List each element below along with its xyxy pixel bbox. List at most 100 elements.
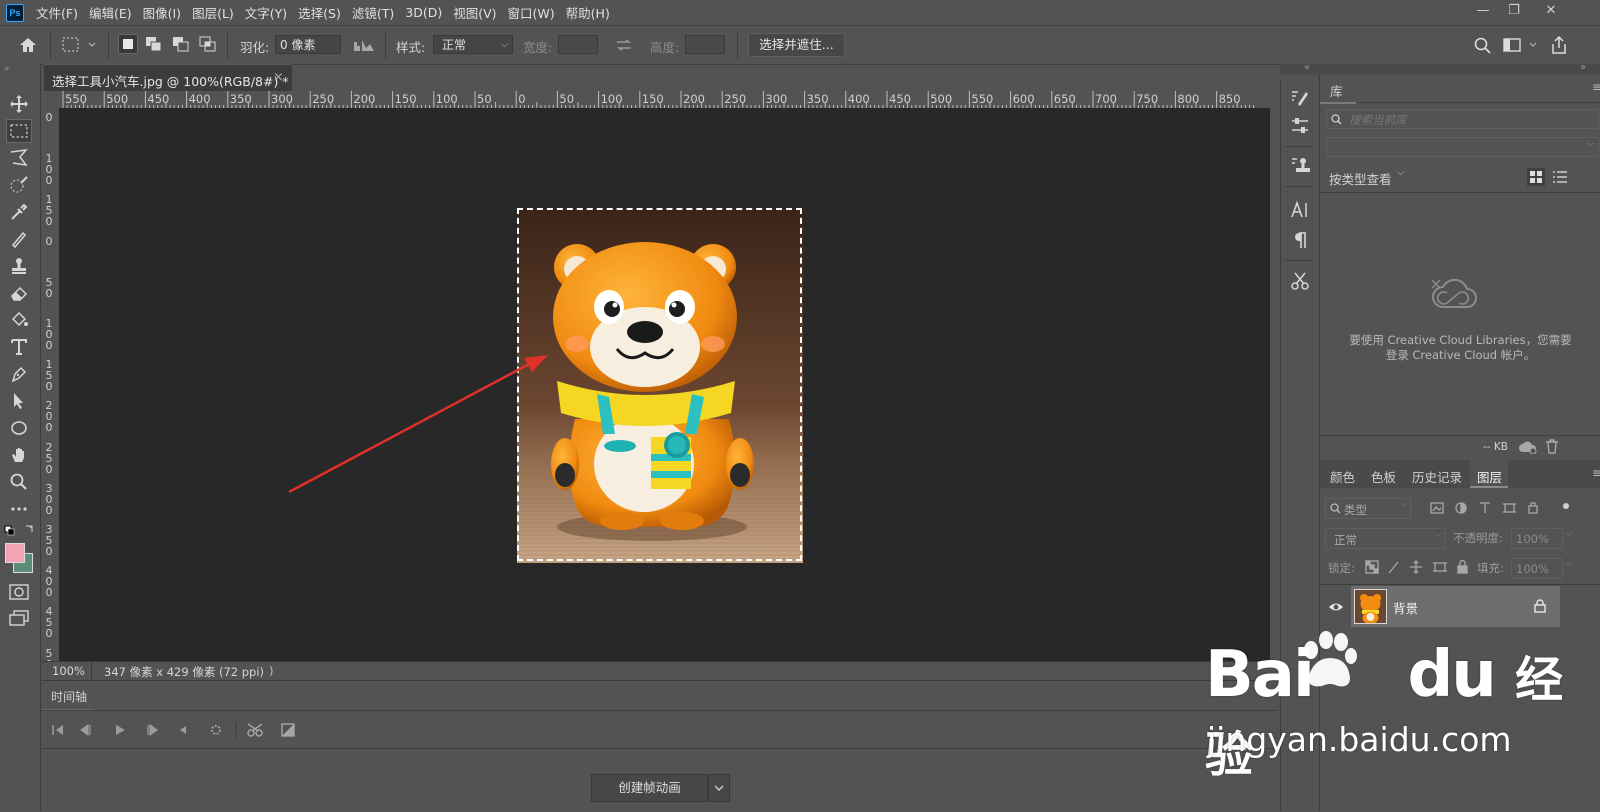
document-tab[interactable]: 选择工具小汽车.jpg @ 100%(RGB/8#) * × bbox=[44, 64, 292, 91]
foreground-color-swatch[interactable] bbox=[5, 543, 25, 563]
menu-type[interactable]: 文字(Y) bbox=[245, 3, 287, 22]
zoom-tool[interactable] bbox=[6, 470, 32, 494]
workspace-icon[interactable] bbox=[1503, 37, 1539, 53]
lock-options-icons[interactable] bbox=[1365, 560, 1470, 574]
chevron-down-icon[interactable]: ⌵ bbox=[1565, 529, 1572, 539]
marquee-preset-icon[interactable] bbox=[62, 37, 98, 53]
paragraph-icon[interactable] bbox=[1290, 230, 1310, 250]
feather-input[interactable]: 0 像素 bbox=[275, 35, 341, 54]
horizontal-ruler[interactable]: 550 500 450 400 350 300 250 200 150 100 50 0 50 100 15… bbox=[59, 91, 1270, 109]
menu-layer[interactable]: 图层(L) bbox=[192, 3, 234, 22]
opacity-input[interactable]: 100% bbox=[1511, 528, 1563, 549]
pen-tool[interactable] bbox=[6, 362, 32, 386]
height-input[interactable] bbox=[685, 35, 725, 54]
ruler-origin[interactable] bbox=[42, 91, 59, 108]
home-icon[interactable] bbox=[18, 36, 38, 54]
eraser-tool[interactable] bbox=[6, 281, 32, 305]
intersect-selection-icon[interactable] bbox=[199, 36, 217, 52]
menu-select[interactable]: 选择(S) bbox=[298, 3, 341, 22]
menu-3d[interactable]: 3D(D) bbox=[405, 5, 442, 20]
tab-history[interactable]: 历史记录 bbox=[1412, 467, 1462, 486]
visibility-eye-icon[interactable] bbox=[1328, 601, 1344, 613]
info-menu-arrow[interactable]: ) bbox=[269, 664, 274, 678]
hand-tool[interactable] bbox=[6, 443, 32, 467]
eyedropper-tool[interactable] bbox=[6, 200, 32, 224]
path-selection-tool[interactable] bbox=[6, 389, 32, 413]
cloud-sync-icon[interactable] bbox=[1518, 440, 1538, 454]
share-icon[interactable] bbox=[1550, 35, 1568, 55]
move-tool[interactable] bbox=[6, 92, 32, 116]
view-by-type-dropdown[interactable]: 按类型查看 bbox=[1329, 169, 1392, 188]
type-tool[interactable] bbox=[6, 335, 32, 359]
add-selection-icon[interactable] bbox=[145, 36, 163, 52]
create-frame-animation-button[interactable]: 创建帧动画 bbox=[591, 774, 708, 802]
collapse-arrows-icon[interactable]: » bbox=[4, 64, 10, 74]
timeline-panel: 时间轴 创建帧动画 bbox=[42, 680, 1278, 812]
library-select[interactable]: ⌵ bbox=[1326, 137, 1599, 157]
menu-filter[interactable]: 滤镜(T) bbox=[352, 3, 394, 22]
close-button[interactable]: ✕ bbox=[1540, 2, 1562, 20]
menu-edit[interactable]: 编辑(E) bbox=[89, 3, 132, 22]
paint-bucket-tool[interactable] bbox=[6, 308, 32, 332]
lasso-tool[interactable] bbox=[6, 146, 32, 170]
brush-settings-icon[interactable] bbox=[1290, 88, 1310, 108]
quick-mask-icon[interactable] bbox=[9, 584, 29, 600]
library-search-input[interactable]: 搜索当前库 bbox=[1326, 109, 1599, 129]
panel-menu-icon[interactable]: ≡ bbox=[1592, 466, 1600, 480]
tab-color[interactable]: 颜色 bbox=[1330, 467, 1355, 486]
expand-panels-icon[interactable]: » bbox=[1580, 62, 1586, 73]
restore-button[interactable]: ❐ bbox=[1503, 2, 1525, 20]
zoom-level[interactable]: 100% bbox=[52, 664, 85, 678]
menu-file[interactable]: 文件(F) bbox=[36, 3, 78, 22]
screen-mode-icon[interactable] bbox=[9, 610, 29, 626]
animation-type-dropdown[interactable] bbox=[708, 774, 730, 802]
menu-window[interactable]: 窗口(W) bbox=[508, 3, 555, 22]
minimize-button[interactable]: — bbox=[1472, 2, 1494, 20]
stamp-tool[interactable] bbox=[6, 254, 32, 278]
default-colors-icon[interactable] bbox=[4, 524, 34, 536]
character-icon[interactable] bbox=[1290, 200, 1310, 220]
ellipse-tool[interactable] bbox=[6, 416, 32, 440]
tool-presets-icon[interactable] bbox=[1290, 271, 1310, 291]
more-tools-button[interactable] bbox=[6, 497, 32, 521]
rectangular-marquee-tool[interactable] bbox=[6, 119, 32, 143]
close-tab-icon[interactable]: × bbox=[273, 70, 284, 85]
layer-filter-select[interactable]: 类型 ⌵ bbox=[1325, 498, 1411, 519]
timeline-tab[interactable]: 时间轴 bbox=[42, 681, 94, 711]
subtract-selection-icon[interactable] bbox=[172, 36, 190, 52]
trash-icon[interactable] bbox=[1545, 439, 1559, 454]
marquee-selection[interactable] bbox=[517, 208, 802, 561]
fill-input[interactable]: 100% bbox=[1511, 558, 1563, 579]
grid-icon bbox=[1530, 171, 1542, 183]
select-and-mask-button[interactable]: 选择并遮住... bbox=[748, 33, 845, 57]
menu-image[interactable]: 图像(I) bbox=[143, 3, 181, 22]
style-select[interactable]: 正常 ⌵ bbox=[433, 35, 513, 54]
vertical-ruler[interactable]: 0 100 150 0 50 100 150 200 250 300 350 400 450 500 bbox=[42, 108, 60, 661]
chevron-down-icon[interactable]: ⌵ bbox=[1397, 167, 1405, 178]
ruler-label: 150 bbox=[45, 358, 53, 394]
clone-source-icon[interactable] bbox=[1290, 156, 1310, 176]
layer-name[interactable]: 背景 bbox=[1393, 598, 1418, 617]
new-selection-button[interactable] bbox=[118, 34, 138, 54]
libraries-tab[interactable]: 库 bbox=[1320, 75, 1356, 104]
brush-tool[interactable] bbox=[6, 227, 32, 251]
chevron-down-icon[interactable]: ⌵ bbox=[1565, 559, 1572, 569]
menu-view[interactable]: 视图(V) bbox=[453, 3, 496, 22]
blend-mode-select[interactable]: 正常 ⌵ bbox=[1325, 528, 1445, 549]
menu-items: 文件(F) 编辑(E) 图像(I) 图层(L) 文字(Y) 选择(S) 滤镜(T… bbox=[36, 0, 610, 24]
panel-menu-icon[interactable]: ≡ bbox=[1592, 80, 1600, 94]
adjustments-icon[interactable] bbox=[1290, 116, 1310, 136]
swap-icon[interactable] bbox=[615, 39, 633, 51]
anti-alias-icon[interactable] bbox=[353, 38, 375, 52]
menu-help[interactable]: 帮助(H) bbox=[566, 3, 610, 22]
list-view-icon[interactable] bbox=[1552, 170, 1568, 184]
layer-row-background[interactable]: 背景 bbox=[1351, 586, 1560, 627]
tab-swatches[interactable]: 色板 bbox=[1371, 467, 1396, 486]
search-icon[interactable] bbox=[1474, 37, 1492, 55]
grid-view-button[interactable] bbox=[1527, 168, 1545, 186]
layer-filter-icons[interactable] bbox=[1430, 501, 1570, 515]
width-input[interactable] bbox=[558, 35, 598, 54]
tab-layers[interactable]: 图层 bbox=[1470, 460, 1508, 488]
quick-selection-tool[interactable] bbox=[6, 173, 32, 197]
collapse-panels-icon[interactable]: « bbox=[1304, 62, 1310, 73]
